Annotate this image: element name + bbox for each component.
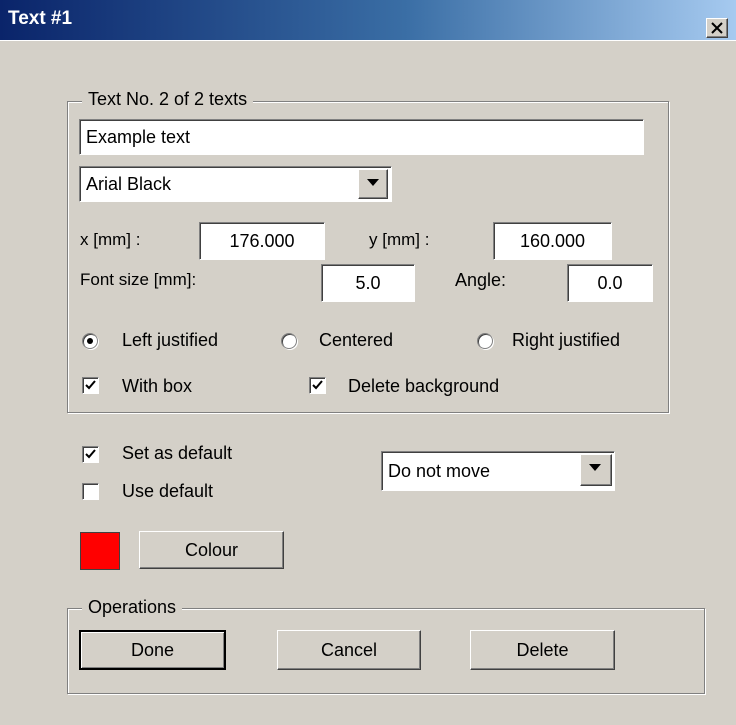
use-default-label[interactable]: Use default	[122, 481, 213, 502]
right-justified-label[interactable]: Right justified	[512, 330, 620, 351]
centered-radio[interactable]	[281, 333, 297, 349]
with-box-checkbox[interactable]	[82, 377, 99, 394]
colour-button[interactable]: Colour	[139, 531, 284, 569]
with-box-label[interactable]: With box	[122, 376, 192, 397]
delete-background-checkbox[interactable]	[309, 377, 326, 394]
delete-button[interactable]: Delete	[470, 630, 615, 670]
window-title: Text #1	[8, 8, 73, 29]
text-input[interactable]: Example text	[79, 119, 644, 155]
set-as-default-checkbox[interactable]	[82, 446, 99, 463]
title-bar[interactable]: Text #1	[0, 0, 736, 40]
right-justified-radio[interactable]	[477, 333, 493, 349]
angle-input[interactable]: 0.0	[567, 264, 653, 302]
move-select-button[interactable]	[580, 454, 612, 486]
text-group-legend: Text No. 2 of 2 texts	[82, 89, 254, 110]
left-justified-label[interactable]: Left justified	[122, 330, 218, 351]
operations-group-legend: Operations	[82, 597, 183, 618]
checkmark-icon	[85, 449, 96, 459]
font-select[interactable]: Arial Black	[79, 166, 392, 202]
dialog-window: Text #1 Text No. 2 of 2 texts Example te…	[0, 0, 736, 725]
close-button[interactable]	[706, 18, 728, 38]
checkmark-icon	[85, 380, 96, 390]
left-justified-radio[interactable]	[82, 333, 98, 349]
delete-background-label[interactable]: Delete background	[348, 376, 499, 397]
centered-label[interactable]: Centered	[319, 330, 393, 351]
font-size-label: Font size [mm]:	[80, 270, 197, 289]
done-button[interactable]: Done	[79, 630, 226, 670]
chevron-down-icon	[367, 179, 379, 186]
x-label: x [mm] :	[80, 230, 141, 249]
y-input[interactable]: 160.000	[493, 222, 612, 260]
title-divider	[0, 40, 736, 41]
cancel-button[interactable]: Cancel	[277, 630, 421, 670]
radio-selected-dot	[87, 338, 93, 344]
colour-swatch	[80, 532, 120, 570]
angle-label: Angle:	[455, 270, 507, 290]
y-label: y [mm] :	[369, 230, 430, 249]
chevron-down-icon	[589, 464, 601, 471]
checkmark-icon	[312, 380, 323, 390]
font-select-button[interactable]	[358, 169, 388, 199]
set-as-default-label[interactable]: Set as default	[122, 443, 232, 464]
close-icon	[711, 22, 723, 34]
x-input[interactable]: 176.000	[199, 222, 325, 260]
use-default-checkbox[interactable]	[82, 483, 99, 500]
font-size-input[interactable]: 5.0	[321, 264, 415, 302]
